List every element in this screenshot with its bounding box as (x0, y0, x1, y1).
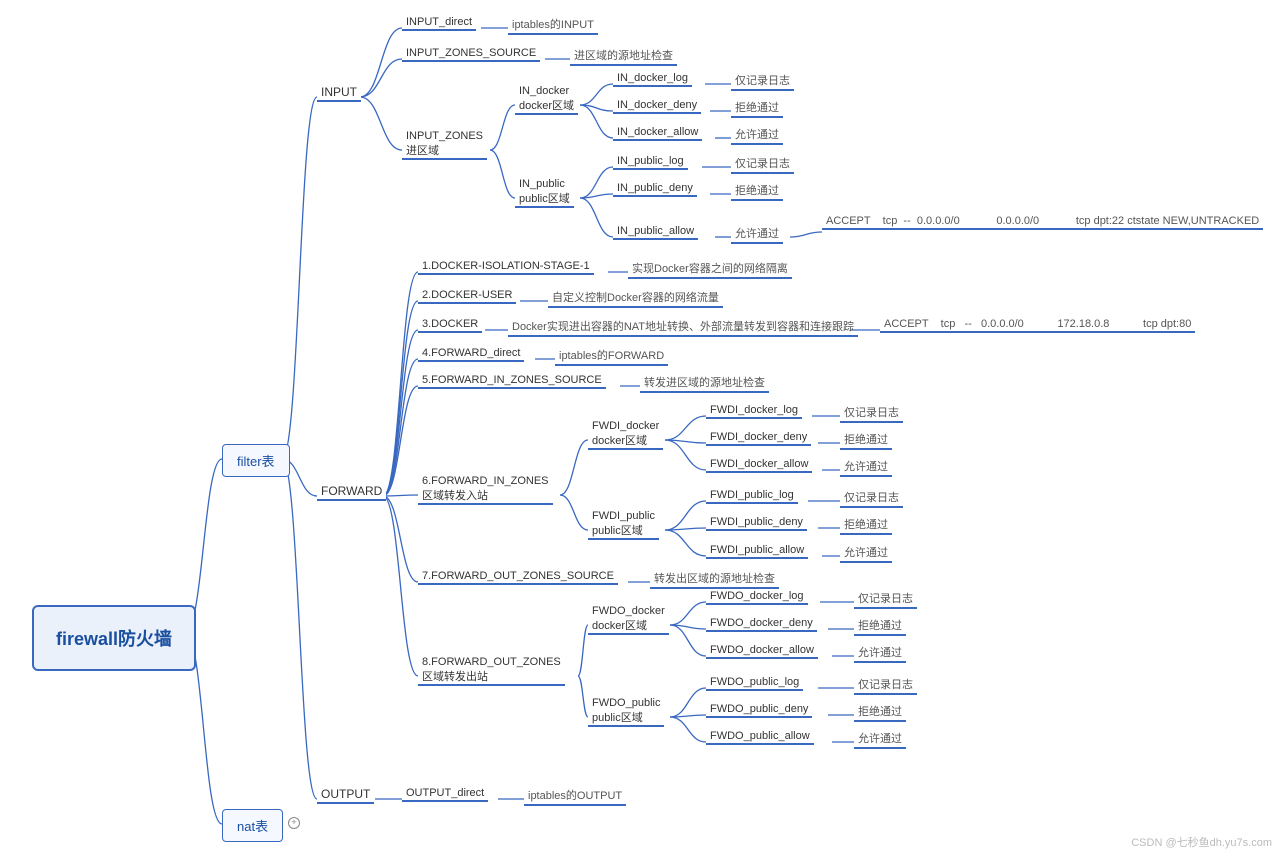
fwdi-docker-allow-desc: 允许通过 (840, 458, 892, 477)
f-docker[interactable]: 3.DOCKER (418, 318, 482, 333)
fwdo-docker-label: FWDO_docker (592, 605, 665, 617)
fwdi-docker-deny[interactable]: FWDI_docker_deny (706, 431, 811, 446)
fwdo-public-deny-desc: 拒绝通过 (854, 703, 906, 722)
fwdo-public-log[interactable]: FWDO_public_log (706, 676, 803, 691)
input-zones-sub: 进区域 (406, 142, 483, 158)
watermark: CSDN @七秒鱼dh.yu7s.com (1131, 834, 1272, 850)
in-public-log-desc: 仅记录日志 (731, 155, 794, 174)
fwdo-docker-sub: docker区域 (592, 617, 665, 633)
fwdo-public-label: FWDO_public (592, 697, 660, 709)
f-docker-isolation-desc: 实现Docker容器之间的网络隔离 (628, 260, 792, 279)
fwdo-docker-deny[interactable]: FWDO_docker_deny (706, 617, 817, 632)
f-out-zones-source-desc: 转发出区域的源地址检查 (650, 570, 779, 589)
in-public-allow-desc: 允许通过 (731, 225, 783, 244)
in-docker-sub: docker区域 (519, 97, 574, 113)
fwdo-docker-allow-desc: 允许通过 (854, 644, 906, 663)
fwdo-public-allow-desc: 允许通过 (854, 730, 906, 749)
root-node[interactable]: firewall防火墙 (32, 605, 196, 671)
input-zones-label: INPUT_ZONES (406, 130, 483, 142)
in-docker-allow[interactable]: IN_docker_allow (613, 126, 702, 141)
fwdi-docker-label: FWDI_docker (592, 420, 659, 432)
f-docker-isolation[interactable]: 1.DOCKER-ISOLATION-STAGE-1 (418, 260, 594, 275)
input-zones[interactable]: INPUT_ZONES 进区域 (402, 130, 487, 160)
nat-table-node[interactable]: nat表 (222, 809, 283, 842)
f-docker-desc: Docker实现进出容器的NAT地址转换、外部流量转发到容器和连接跟踪 (508, 318, 858, 337)
f-in-zones-sub: 区域转发入站 (422, 487, 549, 503)
fwdi-public-log-desc: 仅记录日志 (840, 489, 903, 508)
in-public-deny[interactable]: IN_public_deny (613, 182, 697, 197)
fwdi-docker-log[interactable]: FWDI_docker_log (706, 404, 802, 419)
expand-icon[interactable]: + (288, 817, 300, 829)
fwdo-docker-log-desc: 仅记录日志 (854, 590, 917, 609)
fwdi-public-label: FWDI_public (592, 510, 655, 522)
fwdi-public-log[interactable]: FWDI_public_log (706, 489, 798, 504)
fwdi-public-allow-desc: 允许通过 (840, 544, 892, 563)
input-zones-source-desc: 进区域的源地址检查 (570, 47, 677, 66)
f-out-zones-sub: 区域转发出站 (422, 668, 561, 684)
forward-node[interactable]: FORWARD (317, 484, 386, 501)
fwdi-docker-sub: docker区域 (592, 432, 659, 448)
fwdi-public-allow[interactable]: FWDI_public_allow (706, 544, 808, 559)
in-docker[interactable]: IN_docker docker区域 (515, 85, 578, 115)
input-direct-desc: iptables的INPUT (508, 16, 598, 35)
fwdo-public-allow[interactable]: FWDO_public_allow (706, 730, 814, 745)
in-public-deny-desc: 拒绝通过 (731, 182, 783, 201)
output-direct-desc: iptables的OUTPUT (524, 787, 626, 806)
fwdi-docker[interactable]: FWDI_docker docker区域 (588, 420, 663, 450)
fwdo-public-log-desc: 仅记录日志 (854, 676, 917, 695)
rule-accept-22: ACCEPT tcp -- 0.0.0.0/0 0.0.0.0/0 tcp dp… (822, 215, 1263, 230)
fwdi-public-deny[interactable]: FWDI_public_deny (706, 516, 807, 531)
fwdo-docker-allow[interactable]: FWDO_docker_allow (706, 644, 818, 659)
f-out-zones-source[interactable]: 7.FORWARD_OUT_ZONES_SOURCE (418, 570, 618, 585)
f-out-zones[interactable]: 8.FORWARD_OUT_ZONES 区域转发出站 (418, 656, 565, 686)
input-zones-source[interactable]: INPUT_ZONES_SOURCE (402, 47, 540, 62)
fwdi-docker-log-desc: 仅记录日志 (840, 404, 903, 423)
fwdo-public[interactable]: FWDO_public public区域 (588, 697, 664, 727)
in-docker-log[interactable]: IN_docker_log (613, 72, 692, 87)
in-public-allow[interactable]: IN_public_allow (613, 225, 698, 240)
input-direct[interactable]: INPUT_direct (402, 16, 476, 31)
f-out-zones-label: 8.FORWARD_OUT_ZONES (422, 656, 561, 668)
in-docker-deny[interactable]: IN_docker_deny (613, 99, 701, 114)
fwdi-public-sub: public区域 (592, 522, 655, 538)
fwdi-public-deny-desc: 拒绝通过 (840, 516, 892, 535)
fwdo-public-sub: public区域 (592, 709, 660, 725)
input-node[interactable]: INPUT (317, 85, 361, 102)
fwdo-docker-deny-desc: 拒绝通过 (854, 617, 906, 636)
output-direct[interactable]: OUTPUT_direct (402, 787, 488, 802)
fwdo-public-deny[interactable]: FWDO_public_deny (706, 703, 812, 718)
output-node[interactable]: OUTPUT (317, 787, 374, 804)
fwdi-public[interactable]: FWDI_public public区域 (588, 510, 659, 540)
in-docker-deny-desc: 拒绝通过 (731, 99, 783, 118)
f-in-zones-source-desc: 转发进区域的源地址检查 (640, 374, 769, 393)
f-docker-user[interactable]: 2.DOCKER-USER (418, 289, 516, 304)
fwdo-docker[interactable]: FWDO_docker docker区域 (588, 605, 669, 635)
f-docker-user-desc: 自定义控制Docker容器的网络流量 (548, 289, 723, 308)
rule-accept-80: ACCEPT tcp -- 0.0.0.0/0 172.18.0.8 tcp d… (880, 318, 1195, 333)
in-public-log[interactable]: IN_public_log (613, 155, 688, 170)
f-forward-direct[interactable]: 4.FORWARD_direct (418, 347, 524, 362)
fwdi-docker-allow[interactable]: FWDI_docker_allow (706, 458, 812, 473)
f-in-zones[interactable]: 6.FORWARD_IN_ZONES 区域转发入站 (418, 475, 553, 505)
f-in-zones-source[interactable]: 5.FORWARD_IN_ZONES_SOURCE (418, 374, 606, 389)
filter-table-node[interactable]: filter表 (222, 444, 290, 477)
in-docker-log-desc: 仅记录日志 (731, 72, 794, 91)
in-public-label: IN_public (519, 178, 570, 190)
in-public[interactable]: IN_public public区域 (515, 178, 574, 208)
fwdi-docker-deny-desc: 拒绝通过 (840, 431, 892, 450)
f-in-zones-label: 6.FORWARD_IN_ZONES (422, 475, 549, 487)
in-docker-allow-desc: 允许通过 (731, 126, 783, 145)
fwdo-docker-log[interactable]: FWDO_docker_log (706, 590, 808, 605)
f-forward-direct-desc: iptables的FORWARD (555, 347, 668, 366)
in-public-sub: public区域 (519, 190, 570, 206)
in-docker-label: IN_docker (519, 85, 574, 97)
